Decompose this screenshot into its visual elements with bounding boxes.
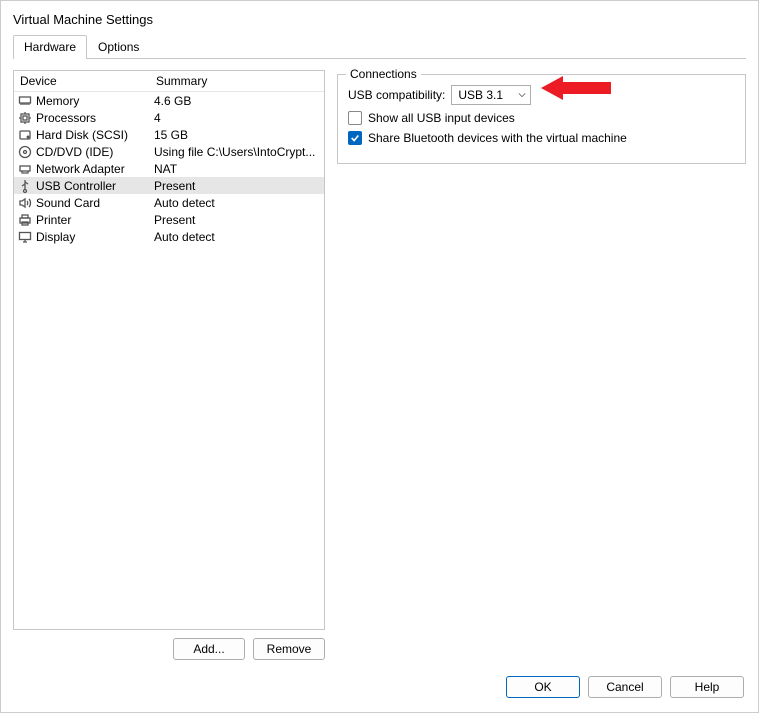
- device-row[interactable]: USB Controller Present: [14, 177, 324, 194]
- usb-compat-value: USB 3.1: [458, 88, 503, 102]
- cd-icon: [18, 145, 32, 159]
- device-row[interactable]: Processors 4: [14, 109, 324, 126]
- show-all-label: Show all USB input devices: [368, 111, 515, 125]
- device-cell: Hard Disk (SCSI): [14, 128, 150, 142]
- summary-cell: NAT: [150, 162, 324, 176]
- summary-cell: 15 GB: [150, 128, 324, 142]
- help-button[interactable]: Help: [670, 676, 744, 698]
- summary-cell: Auto detect: [150, 230, 324, 244]
- add-button[interactable]: Add...: [173, 638, 245, 660]
- ok-label: OK: [534, 680, 551, 694]
- share-bt-row: Share Bluetooth devices with the virtual…: [348, 131, 735, 145]
- device-label: USB Controller: [36, 179, 116, 193]
- device-label: Memory: [36, 94, 79, 108]
- summary-cell: Using file C:\Users\IntoCrypt...: [150, 145, 324, 159]
- device-label: Display: [36, 230, 75, 244]
- hardware-panel: Device Summary Memory4.6 GBProcessors4Ha…: [13, 70, 325, 660]
- add-button-label: Add...: [193, 642, 224, 656]
- usb-icon: [18, 179, 32, 193]
- summary-cell: 4: [150, 111, 324, 125]
- cancel-label: Cancel: [606, 680, 643, 694]
- device-cell: Processors: [14, 111, 150, 125]
- tab-hardware[interactable]: Hardware: [13, 35, 87, 59]
- network-icon: [18, 162, 32, 176]
- annotation-arrow: [541, 73, 613, 103]
- share-bt-checkbox[interactable]: [348, 131, 362, 145]
- summary-cell: Present: [150, 179, 324, 193]
- cancel-button[interactable]: Cancel: [588, 676, 662, 698]
- remove-button-label: Remove: [267, 642, 312, 656]
- ok-button[interactable]: OK: [506, 676, 580, 698]
- device-row[interactable]: Display Auto detect: [14, 228, 324, 245]
- device-label: Processors: [36, 111, 96, 125]
- device-list[interactable]: Device Summary Memory4.6 GBProcessors4Ha…: [13, 70, 325, 630]
- remove-button[interactable]: Remove: [253, 638, 325, 660]
- device-cell: USB Controller: [14, 179, 150, 193]
- chevron-down-icon: [518, 88, 526, 102]
- printer-icon: [18, 213, 32, 227]
- memory-icon: [18, 94, 32, 108]
- device-row[interactable]: Network Adapter NAT: [14, 160, 324, 177]
- device-label: Hard Disk (SCSI): [36, 128, 128, 142]
- device-label: Sound Card: [36, 196, 100, 210]
- device-label: CD/DVD (IDE): [36, 145, 113, 159]
- device-buttons: Add... Remove: [13, 638, 325, 660]
- close-button[interactable]: [728, 9, 748, 29]
- tab-underline: [13, 58, 746, 59]
- tab-strip: HardwareOptions: [1, 35, 758, 59]
- usb-compat-select[interactable]: USB 3.1: [451, 85, 531, 105]
- share-bt-label: Share Bluetooth devices with the virtual…: [368, 131, 627, 145]
- tab-options[interactable]: Options: [87, 35, 150, 59]
- connections-legend: Connections: [346, 67, 421, 81]
- device-rows: Memory 4.6 GB Processors 4 Hard Disk (SCSI) 1…: [14, 92, 324, 245]
- device-list-header: Device Summary: [14, 71, 324, 92]
- dialog-body: Device Summary Memory4.6 GBProcessors4Ha…: [1, 60, 758, 666]
- device-row[interactable]: Sound Card Auto detect: [14, 194, 324, 211]
- help-label: Help: [695, 680, 720, 694]
- device-cell: Memory: [14, 94, 150, 108]
- device-cell: CD/DVD (IDE): [14, 145, 150, 159]
- disk-icon: [18, 128, 32, 142]
- summary-cell: Present: [150, 213, 324, 227]
- device-label: Printer: [36, 213, 71, 227]
- device-cell: Network Adapter: [14, 162, 150, 176]
- column-device[interactable]: Device: [14, 71, 150, 91]
- summary-cell: 4.6 GB: [150, 94, 324, 108]
- summary-cell: Auto detect: [150, 196, 324, 210]
- device-row[interactable]: Memory 4.6 GB: [14, 92, 324, 109]
- show-all-row: Show all USB input devices: [348, 111, 735, 125]
- device-cell: Sound Card: [14, 196, 150, 210]
- detail-panel: Connections USB compatibility: USB 3.1 S…: [337, 70, 746, 660]
- device-cell: Printer: [14, 213, 150, 227]
- device-cell: Display: [14, 230, 150, 244]
- usb-compat-label: USB compatibility:: [348, 88, 445, 102]
- titlebar: Virtual Machine Settings: [1, 1, 758, 35]
- window-title: Virtual Machine Settings: [13, 12, 153, 27]
- column-summary[interactable]: Summary: [150, 71, 324, 91]
- display-icon: [18, 230, 32, 244]
- dialog-footer: OK Cancel Help: [1, 666, 758, 712]
- settings-dialog: Virtual Machine Settings HardwareOptions…: [0, 0, 759, 713]
- cpu-icon: [18, 111, 32, 125]
- device-row[interactable]: CD/DVD (IDE) Using file C:\Users\IntoCryp…: [14, 143, 324, 160]
- device-label: Network Adapter: [36, 162, 125, 176]
- device-row[interactable]: Hard Disk (SCSI) 15 GB: [14, 126, 324, 143]
- sound-icon: [18, 196, 32, 210]
- show-all-checkbox[interactable]: [348, 111, 362, 125]
- device-row[interactable]: Printer Present: [14, 211, 324, 228]
